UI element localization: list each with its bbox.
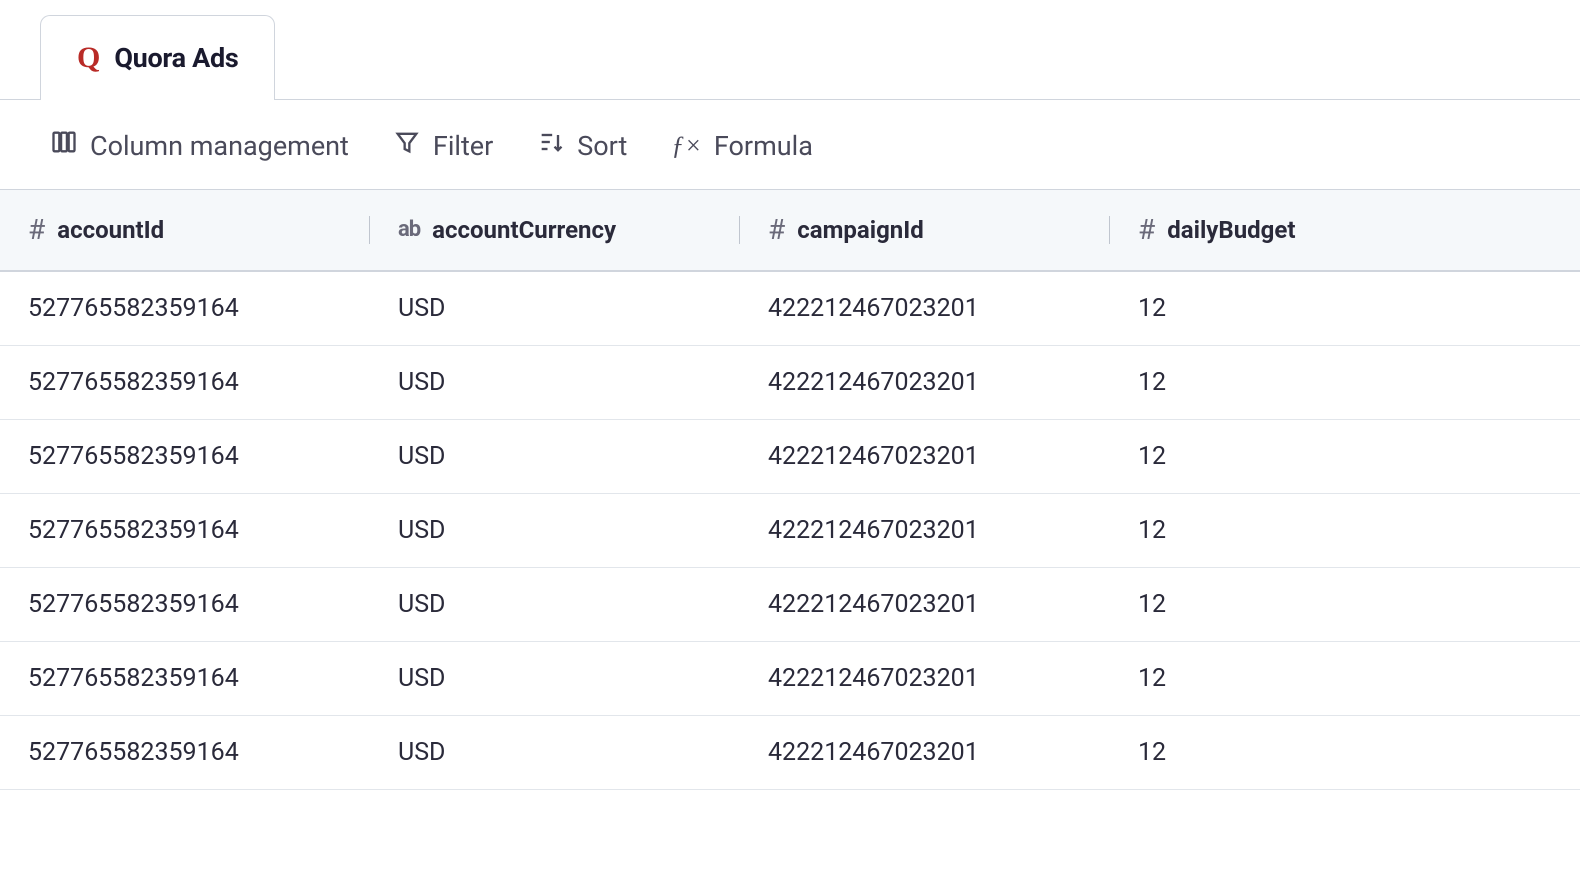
column-header-accountcurrency[interactable]: ab accountCurrency [370,190,740,270]
tabs-bar: Q Quora Ads [0,0,1580,100]
table-body: 527765582359164USD4222124670232011252776… [0,272,1580,790]
cell-accountcurrency: USD [370,716,740,789]
cell-campaignid: 422212467023201 [740,716,1110,789]
formula-label: Formula [714,130,813,162]
column-header-label: campaignId [797,216,924,244]
cell-campaignid: 422212467023201 [740,494,1110,567]
data-table: # accountId ab accountCurrency # campaig… [0,190,1580,790]
cell-accountid: 527765582359164 [0,494,370,567]
table-header-row: # accountId ab accountCurrency # campaig… [0,190,1580,272]
tab-quora-ads[interactable]: Q Quora Ads [40,15,275,100]
table-row[interactable]: 527765582359164USD42221246702320112 [0,716,1580,790]
number-type-icon: # [768,216,785,244]
table-row[interactable]: 527765582359164USD42221246702320112 [0,568,1580,642]
column-header-label: dailyBudget [1167,216,1295,244]
table-row[interactable]: 527765582359164USD42221246702320112 [0,272,1580,346]
cell-accountcurrency: USD [370,346,740,419]
table-row[interactable]: 527765582359164USD42221246702320112 [0,494,1580,568]
cell-accountcurrency: USD [370,494,740,567]
cell-accountid: 527765582359164 [0,420,370,493]
cell-campaignid: 422212467023201 [740,568,1110,641]
cell-dailybudget: 12 [1110,568,1580,641]
table-row[interactable]: 527765582359164USD42221246702320112 [0,420,1580,494]
sort-label: Sort [577,130,627,162]
cell-accountid: 527765582359164 [0,642,370,715]
table-row[interactable]: 527765582359164USD42221246702320112 [0,346,1580,420]
cell-dailybudget: 12 [1110,346,1580,419]
number-type-icon: # [1138,216,1155,244]
cell-dailybudget: 12 [1110,272,1580,345]
number-type-icon: # [28,216,45,244]
columns-icon [50,128,78,163]
cell-accountcurrency: USD [370,420,740,493]
tab-label: Quora Ads [114,42,238,74]
column-management-button[interactable]: Column management [50,128,349,163]
cell-accountid: 527765582359164 [0,568,370,641]
cell-campaignid: 422212467023201 [740,420,1110,493]
text-type-icon: ab [398,219,420,241]
cell-accountcurrency: USD [370,642,740,715]
table-row[interactable]: 527765582359164USD42221246702320112 [0,642,1580,716]
toolbar: Column management Filter Sort ƒ× Formula [0,100,1580,190]
column-header-label: accountCurrency [432,216,616,244]
formula-icon: ƒ× [671,131,702,161]
cell-dailybudget: 12 [1110,642,1580,715]
cell-dailybudget: 12 [1110,494,1580,567]
cell-accountid: 527765582359164 [0,716,370,789]
sort-icon [537,128,565,163]
cell-dailybudget: 12 [1110,420,1580,493]
cell-accountcurrency: USD [370,568,740,641]
cell-campaignid: 422212467023201 [740,642,1110,715]
formula-button[interactable]: ƒ× Formula [671,130,813,162]
filter-label: Filter [433,130,493,162]
cell-campaignid: 422212467023201 [740,272,1110,345]
cell-accountid: 527765582359164 [0,272,370,345]
column-header-campaignid[interactable]: # campaignId [740,190,1110,270]
column-header-accountid[interactable]: # accountId [0,190,370,270]
cell-campaignid: 422212467023201 [740,346,1110,419]
quora-icon: Q [77,43,100,73]
column-header-dailybudget[interactable]: # dailyBudget [1110,190,1580,270]
cell-accountid: 527765582359164 [0,346,370,419]
sort-button[interactable]: Sort [537,128,627,163]
cell-accountcurrency: USD [370,272,740,345]
cell-dailybudget: 12 [1110,716,1580,789]
column-header-label: accountId [57,216,164,244]
column-management-label: Column management [90,130,349,162]
filter-button[interactable]: Filter [393,128,493,163]
filter-icon [393,128,421,163]
